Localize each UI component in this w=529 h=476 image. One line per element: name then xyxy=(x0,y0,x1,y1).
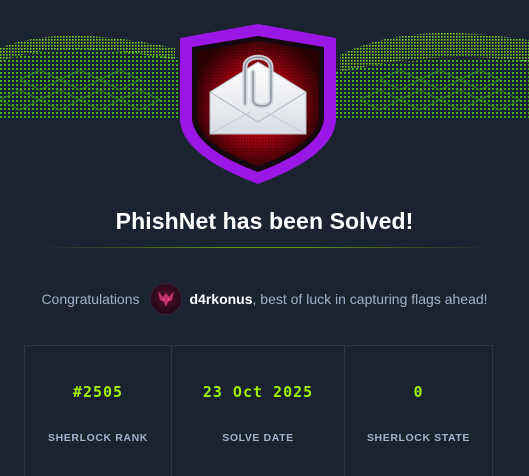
envelope-paperclip-icon xyxy=(180,24,336,184)
congrats-prefix: Congratulations xyxy=(41,291,140,307)
decepticon-avatar-icon xyxy=(157,291,174,307)
stat-sherlock-state: 0 SHERLOCK STATE xyxy=(345,346,492,476)
sherlock-rank-value: #2505 xyxy=(72,383,124,401)
username-link[interactable]: d4rkonus xyxy=(190,291,253,307)
solve-date-label: SOLVE DATE xyxy=(222,432,294,444)
solve-modal: PhishNet has been Solved! Congratulation… xyxy=(0,0,529,476)
sherlock-state-value: 0 xyxy=(413,383,424,401)
sherlock-rank-label: SHERLOCK RANK xyxy=(48,432,148,444)
solve-date-value: 23 Oct 2025 xyxy=(202,383,314,401)
page-title: PhishNet has been Solved! xyxy=(115,208,414,234)
challenge-badge xyxy=(175,22,341,186)
congrats-suffix: , best of luck in capturing flags ahead! xyxy=(252,291,488,307)
stats-panel: #2505 SHERLOCK RANK 23 Oct 2025 SOLVE DA… xyxy=(24,345,493,476)
title-divider xyxy=(40,247,490,248)
stat-solve-date: 23 Oct 2025 SOLVE DATE xyxy=(172,346,345,476)
congratulations-message: Congratulations d4rkonus , best of luck … xyxy=(0,280,529,318)
stat-sherlock-rank: #2505 SHERLOCK RANK xyxy=(25,346,172,476)
avatar[interactable] xyxy=(149,283,182,315)
sherlock-state-label: SHERLOCK STATE xyxy=(366,432,471,444)
